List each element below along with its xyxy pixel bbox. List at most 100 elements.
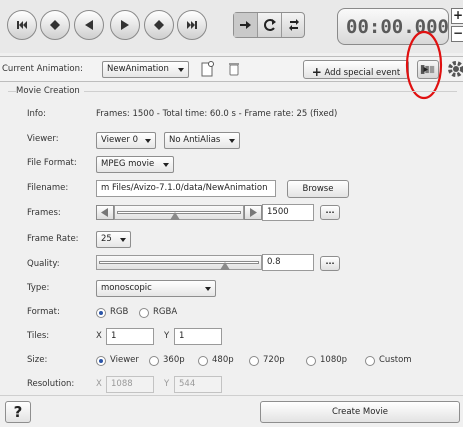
filename-label: Filename: — [27, 183, 69, 193]
add-special-event-label: Add special event — [324, 68, 401, 78]
frames-increment-button[interactable] — [244, 205, 262, 220]
size-radio-viewer[interactable] — [96, 356, 106, 366]
quality-options-button[interactable]: ... — [320, 256, 340, 271]
size-option-label: 360p — [163, 355, 185, 365]
movie-creation-button[interactable] — [417, 60, 439, 79]
file-format-value: MPEG movie — [101, 159, 155, 169]
next-keyframe-button[interactable] — [144, 10, 174, 40]
viewer-dropdown[interactable]: Viewer 0 — [96, 132, 156, 149]
size-option-label: 480p — [212, 355, 234, 365]
play-once-button[interactable] — [234, 13, 258, 37]
size-radio-720p[interactable] — [249, 356, 259, 366]
filename-input[interactable]: m Files/Avizo-7.1.0/data/NewAnimation — [96, 180, 276, 197]
tiles-label: Tiles: — [27, 331, 50, 341]
help-button[interactable]: ? — [5, 401, 31, 423]
tiles-y-label: Y — [164, 331, 170, 341]
type-value: monoscopic — [101, 283, 152, 293]
resolution-y-input[interactable]: 544 — [174, 376, 222, 393]
play-forward-button[interactable] — [110, 10, 140, 40]
quality-label: Quality: — [27, 259, 60, 269]
antialias-dropdown[interactable]: No AntiAlias — [164, 132, 240, 149]
current-animation-value: NewAnimation — [107, 64, 169, 74]
size-radio-360p[interactable] — [149, 356, 159, 366]
tiles-x-label: X — [96, 331, 102, 341]
tiles-x-input[interactable]: 1 — [106, 328, 154, 345]
plus-icon: + — [311, 65, 322, 79]
chevron-down-icon — [229, 139, 235, 143]
diamond-icon — [50, 20, 60, 30]
create-movie-button[interactable]: Create Movie — [260, 401, 460, 423]
arrow-right-icon — [239, 21, 251, 29]
play-backward-button[interactable] — [74, 10, 104, 40]
frame-rate-label: Frame Rate: — [27, 234, 79, 244]
first-frame-button[interactable] — [7, 10, 37, 40]
skip-to-end-icon — [187, 21, 197, 29]
delete-animation-button[interactable] — [228, 61, 240, 77]
chevron-down-icon — [205, 287, 211, 291]
time-display[interactable]: 00:00.000 — [337, 8, 449, 45]
format-option-label: RGBA — [153, 307, 178, 317]
info-label: Info: — [27, 109, 46, 119]
footer-divider — [0, 395, 463, 396]
quality-input[interactable]: 0.8 — [262, 254, 314, 271]
animation-toolbar: Current Animation: NewAnimation + Add sp… — [0, 56, 463, 82]
size-radio-480p[interactable] — [198, 356, 208, 366]
size-option-label: 1080p — [320, 355, 348, 365]
zoom-out-button[interactable]: − — [451, 26, 463, 42]
size-option-label: 720p — [263, 355, 285, 365]
frames-input[interactable]: 1500 — [262, 204, 314, 221]
info-value: Frames: 1500 - Total time: 60.0 s - Fram… — [96, 109, 338, 119]
playback-mode-group — [233, 12, 305, 38]
frames-decrement-button[interactable] — [96, 205, 114, 220]
quality-slider[interactable] — [96, 255, 262, 270]
tiles-y-input[interactable]: 1 — [174, 328, 222, 345]
frames-slider[interactable] — [114, 205, 244, 220]
gear-icon — [448, 61, 463, 77]
type-label: Type: — [27, 283, 50, 293]
film-icon — [420, 65, 435, 74]
animation-movie-editor: 00:00.000 + − Current Animation: NewAnim… — [0, 0, 463, 427]
format-label: Format: — [27, 307, 60, 317]
type-dropdown[interactable]: monoscopic — [96, 280, 216, 297]
zoom-in-button[interactable]: + — [451, 8, 463, 24]
diamond-icon — [154, 20, 164, 30]
swing-icon — [288, 19, 299, 31]
slider-thumb[interactable] — [170, 212, 181, 220]
chevron-down-icon — [178, 68, 184, 72]
last-frame-button[interactable] — [177, 10, 207, 40]
current-animation-dropdown[interactable]: NewAnimation — [102, 61, 189, 78]
trash-icon — [229, 63, 239, 76]
frame-rate-value: 25 — [101, 234, 112, 244]
triangle-right-icon — [250, 208, 257, 217]
file-format-label: File Format: — [27, 158, 77, 168]
slider-groove — [99, 261, 259, 264]
size-option-label: Custom — [379, 355, 412, 365]
transport-toolbar: 00:00.000 + − — [0, 0, 463, 53]
frames-options-button[interactable]: ... — [320, 205, 340, 220]
frame-rate-dropdown[interactable]: 25 — [96, 231, 131, 248]
add-special-event-button[interactable]: + Add special event — [303, 60, 409, 79]
format-radio-rgb[interactable] — [96, 308, 106, 318]
format-radio-rgba[interactable] — [139, 308, 149, 318]
slider-thumb[interactable] — [220, 262, 231, 270]
browse-button[interactable]: Browse — [287, 180, 349, 198]
resolution-label: Resolution: — [27, 379, 75, 389]
chevron-down-icon — [145, 139, 151, 143]
swing-button[interactable] — [282, 13, 305, 37]
size-radio-1080p[interactable] — [306, 356, 316, 366]
resolution-x-input[interactable]: 1088 — [106, 376, 154, 393]
size-radio-custom[interactable] — [365, 356, 375, 366]
previous-keyframe-button[interactable] — [40, 10, 70, 40]
settings-button[interactable] — [446, 59, 463, 79]
triangle-left-icon — [101, 208, 108, 217]
viewer-value: Viewer 0 — [101, 135, 139, 145]
file-format-dropdown[interactable]: MPEG movie — [96, 156, 174, 173]
skip-to-start-icon — [17, 21, 27, 29]
size-option-label: Viewer — [110, 355, 139, 365]
resolution-y-label: Y — [164, 379, 170, 389]
format-option-label: RGB — [110, 307, 129, 317]
new-document-icon — [201, 61, 214, 77]
play-reverse-icon — [85, 20, 93, 30]
new-animation-button[interactable] — [199, 60, 215, 78]
loop-button[interactable] — [258, 13, 282, 37]
